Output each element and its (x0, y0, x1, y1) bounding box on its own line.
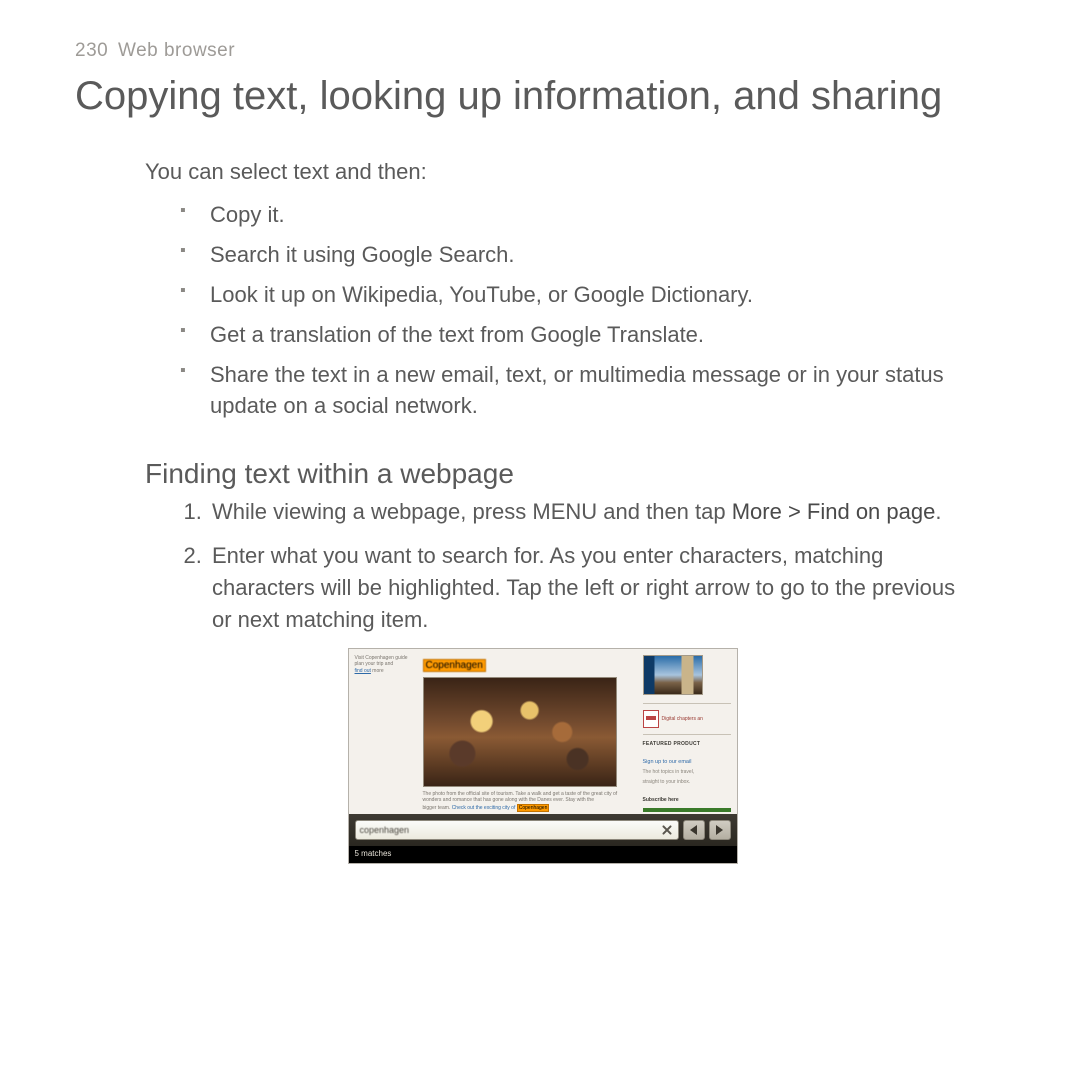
list-item: Copy it. (180, 199, 970, 231)
step-emphasis: More > Find on page (732, 499, 936, 524)
steps-list: While viewing a webpage, press MENU and … (180, 496, 970, 636)
pdf-icon (643, 710, 659, 728)
browser-viewport: Visit Copenhagen guide plan your trip an… (349, 649, 737, 815)
capability-list: Copy it. Search it using Google Search. … (180, 199, 970, 422)
page-number: 230 (75, 40, 108, 61)
sidebar-accent (643, 808, 731, 812)
find-next-button[interactable] (709, 820, 731, 840)
running-header: 230 Web browser (75, 40, 1010, 62)
sidebar-link[interactable]: Sign up to our email (643, 759, 731, 765)
sidebar-text: straight to your inbox. (643, 779, 731, 785)
find-highlight: Copenhagen (517, 804, 550, 813)
embedded-screenshot: Visit Copenhagen guide plan your trip an… (348, 648, 738, 865)
page-main-column: Copenhagen The photo from the official s… (423, 655, 637, 813)
sidebar-link[interactable]: Digital chapters an (662, 716, 703, 722)
subscribe-button[interactable]: Subscribe here (643, 797, 731, 803)
page-title: Copying text, looking up information, an… (75, 74, 1010, 119)
intro-text: You can select text and then: (145, 159, 1010, 185)
sidebar-text: The hot topics in travel, (643, 769, 731, 775)
photo-caption: The photo from the official site of tour… (423, 791, 637, 813)
list-item: Get a translation of the text from Googl… (180, 319, 970, 351)
list-item: Search it using Google Search. (180, 239, 970, 271)
step-text: While viewing a webpage, press MENU and … (212, 499, 732, 524)
find-input[interactable]: copenhagen (355, 820, 679, 840)
blurb-text: Visit Copenhagen guide plan your trip an… (355, 655, 417, 675)
section-name: Web browser (118, 40, 235, 61)
find-highlight: Copenhagen (423, 659, 486, 672)
step-item: While viewing a webpage, press MENU and … (208, 496, 970, 528)
sidebar-thumbnail (643, 655, 703, 695)
inline-link[interactable]: Check out the exciting city of (452, 805, 516, 811)
clear-icon[interactable] (660, 823, 674, 837)
inline-link[interactable]: find out (355, 668, 371, 674)
sidebar-heading: FEATURED PRODUCT (643, 741, 731, 747)
chevron-left-icon (690, 825, 697, 835)
chevron-right-icon (716, 825, 723, 835)
find-input-value: copenhagen (360, 825, 410, 835)
step-item: Enter what you want to search for. As yo… (208, 540, 970, 636)
step-text: . (935, 499, 941, 524)
find-prev-button[interactable] (683, 820, 705, 840)
list-item: Share the text in a new email, text, or … (180, 359, 970, 423)
page-right-column: Digital chapters an FEATURED PRODUCT Sig… (643, 655, 731, 813)
find-match-count: 5 matches (349, 846, 737, 863)
find-on-page-bar: copenhagen (349, 814, 737, 846)
subsection-heading: Finding text within a webpage (145, 458, 1010, 490)
article-photo (423, 677, 617, 787)
list-item: Look it up on Wikipedia, YouTube, or Goo… (180, 279, 970, 311)
manual-page: 230 Web browser Copying text, looking up… (0, 0, 1080, 864)
device-frame: Visit Copenhagen guide plan your trip an… (348, 648, 738, 865)
page-left-column: Visit Copenhagen guide plan your trip an… (355, 655, 417, 813)
